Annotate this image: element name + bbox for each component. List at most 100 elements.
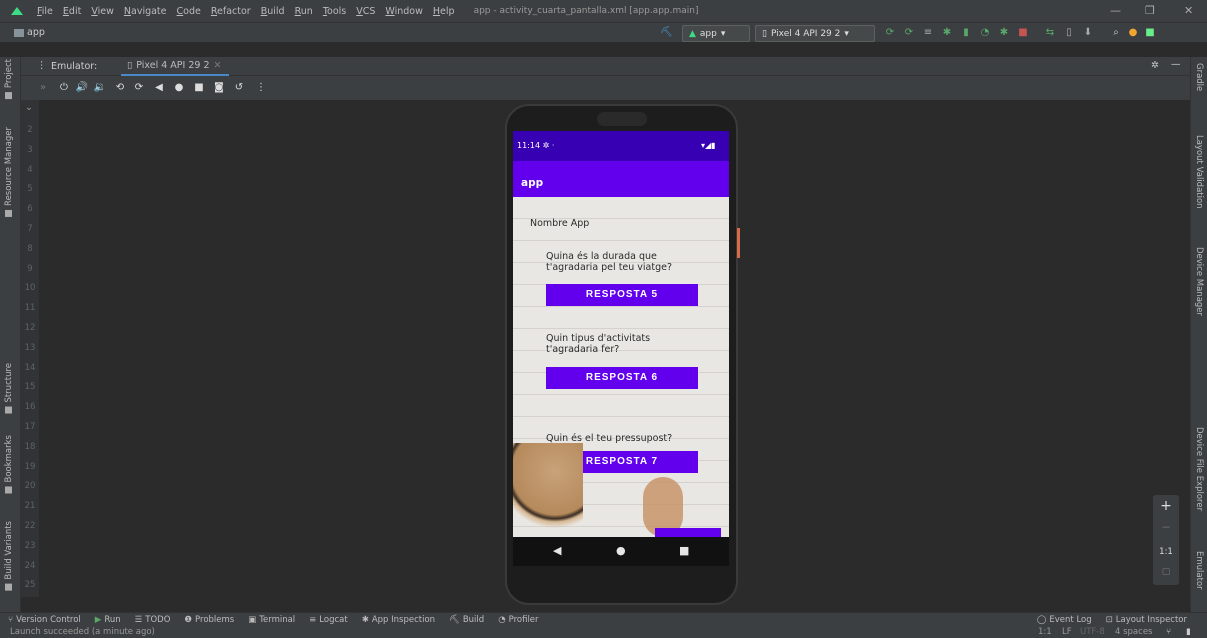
sync-gradle-icon[interactable]: ⇆ bbox=[1044, 27, 1056, 39]
tab-problems[interactable]: ❶ Problems bbox=[184, 615, 234, 625]
coverage-icon[interactable]: ▮ bbox=[960, 27, 972, 39]
menu-run[interactable]: Run bbox=[290, 6, 318, 17]
hammer-icon[interactable]: ⛏ bbox=[660, 27, 673, 39]
menu-tools[interactable]: Tools bbox=[318, 6, 351, 17]
camera-icon[interactable]: ◙ bbox=[212, 82, 226, 93]
more-options-icon[interactable]: ⋮ bbox=[37, 60, 47, 71]
zoom-actual-size-button[interactable]: 1:1 bbox=[1153, 547, 1179, 557]
line-separator[interactable]: LF bbox=[1062, 626, 1072, 638]
back-icon[interactable]: ◀ bbox=[553, 544, 561, 557]
tab-layout-validation[interactable]: Layout Validation bbox=[1194, 135, 1204, 209]
menu-vcs[interactable]: VCS bbox=[351, 6, 380, 17]
tab-build[interactable]: ⛏ Build bbox=[449, 615, 484, 625]
menu-navigate[interactable]: Navigate bbox=[119, 6, 172, 17]
run-config-select[interactable]: ▲ app ▾ bbox=[682, 25, 750, 42]
git-icon[interactable]: ⑂ bbox=[1166, 626, 1171, 638]
search-icon[interactable]: ⌕ bbox=[1110, 27, 1122, 39]
restore-icon[interactable]: ❐ bbox=[1145, 4, 1155, 17]
profile-icon[interactable]: ◔ bbox=[979, 27, 991, 39]
update-icon[interactable]: ● bbox=[1127, 27, 1139, 39]
tab-label: Run bbox=[104, 614, 121, 625]
device-screen[interactable]: 11:14 ✲ · ▾◢▮ app Nombre App Quina és la… bbox=[513, 131, 729, 566]
minimize-icon[interactable]: — bbox=[1110, 4, 1121, 17]
home-icon[interactable]: ● bbox=[616, 544, 626, 557]
zoom-fit-icon[interactable]: ▢ bbox=[1153, 567, 1179, 577]
tab-bookmarks[interactable]: Bookmarks bbox=[4, 435, 14, 494]
header-text: Nombre App bbox=[530, 218, 590, 229]
apply-changes-icon[interactable]: ⟳ bbox=[884, 27, 896, 39]
tab-event-log[interactable]: ◯ Event Log bbox=[1037, 615, 1092, 625]
tab-label: Pixel 4 API 29 2 bbox=[136, 60, 210, 71]
tab-resource-manager[interactable]: Resource Manager bbox=[4, 127, 14, 217]
file-encoding[interactable]: UTF-8 bbox=[1080, 626, 1105, 638]
account-icon[interactable]: ■ bbox=[1144, 27, 1156, 39]
project-breadcrumb[interactable]: app bbox=[14, 27, 45, 38]
volume-down-icon[interactable]: 🔉 bbox=[93, 82, 107, 93]
profiler-icon: ◔ bbox=[498, 614, 506, 625]
answer-5-button[interactable]: RESPOSTA 5 bbox=[546, 284, 698, 306]
chevron-down-icon[interactable]: ⌄ bbox=[25, 102, 33, 113]
tab-pixel-device[interactable]: ▯ Pixel 4 API 29 2 ✕ bbox=[121, 57, 230, 76]
menu-refactor[interactable]: Refactor bbox=[206, 6, 256, 17]
menu-code[interactable]: Code bbox=[172, 6, 206, 17]
close-icon[interactable]: ✕ bbox=[214, 60, 222, 74]
tab-label: TODO bbox=[145, 614, 171, 625]
menu-view[interactable]: View bbox=[86, 6, 119, 17]
menu-window[interactable]: Window bbox=[380, 6, 427, 17]
tab-terminal[interactable]: ▣ Terminal bbox=[248, 615, 295, 625]
tab-device-file-explorer[interactable]: Device File Explorer bbox=[1194, 427, 1204, 511]
overview-icon[interactable]: ■ bbox=[192, 82, 206, 93]
tab-todo[interactable]: ☰ TODO bbox=[135, 615, 171, 625]
problems-icon: ❶ bbox=[184, 614, 193, 625]
tab-logcat[interactable]: ≡ Logcat bbox=[309, 615, 348, 625]
overview-icon[interactable]: ■ bbox=[679, 544, 689, 557]
tab-emulator[interactable]: Emulator bbox=[1194, 551, 1204, 590]
home-icon[interactable]: ● bbox=[172, 82, 186, 93]
snapshot-icon[interactable]: ↺ bbox=[232, 82, 246, 93]
tab-app-inspection[interactable]: ✱ App Inspection bbox=[362, 615, 435, 625]
tab-structure[interactable]: Structure bbox=[4, 363, 14, 414]
indent-setting[interactable]: 4 spaces bbox=[1115, 626, 1152, 638]
memory-indicator-icon[interactable]: ▮ bbox=[1186, 626, 1191, 638]
gear-icon[interactable]: ✲ bbox=[1151, 60, 1159, 71]
cursor-position[interactable]: 1:1 bbox=[1038, 626, 1052, 638]
sdk-manager-icon[interactable]: ⬇ bbox=[1082, 27, 1094, 39]
tab-profiler[interactable]: ◔ Profiler bbox=[498, 615, 538, 625]
terminal-icon: ▣ bbox=[248, 614, 257, 625]
menu-edit[interactable]: Edit bbox=[58, 6, 86, 17]
device-select[interactable]: ▯ Pixel 4 API 29 2 ▾ bbox=[755, 25, 875, 42]
answer-6-button[interactable]: RESPOSTA 6 bbox=[546, 367, 698, 389]
debug-icon[interactable]: ✱ bbox=[941, 27, 953, 39]
close-icon[interactable]: ✕ bbox=[1184, 4, 1193, 17]
menu-help[interactable]: Help bbox=[428, 6, 460, 17]
zoom-out-button[interactable]: − bbox=[1153, 520, 1179, 534]
menu-file[interactable]: File bbox=[32, 6, 58, 17]
power-side-button[interactable] bbox=[737, 228, 740, 258]
line-number: 19 bbox=[24, 461, 36, 472]
tab-layout-inspector[interactable]: ⊡ Layout Inspector bbox=[1106, 615, 1187, 625]
tab-run[interactable]: ▶ Run bbox=[95, 615, 121, 625]
tab-gradle[interactable]: Gradle bbox=[1194, 63, 1204, 91]
volume-up-icon[interactable]: 🔊 bbox=[75, 82, 89, 93]
line-number: 6 bbox=[27, 204, 33, 215]
stop-icon[interactable]: ■ bbox=[1017, 27, 1029, 39]
zoom-in-button[interactable]: + bbox=[1153, 498, 1179, 514]
rotate-left-icon[interactable]: ⟲ bbox=[113, 82, 127, 93]
tab-project[interactable]: Project bbox=[4, 59, 14, 100]
tab-device-manager[interactable]: Device Manager bbox=[1194, 247, 1204, 316]
more-options-icon[interactable]: ⋮ bbox=[254, 82, 268, 93]
rotate-right-icon[interactable]: ⟳ bbox=[132, 82, 146, 93]
attach-debugger-icon[interactable]: ✱ bbox=[998, 27, 1010, 39]
expand-icon[interactable]: » bbox=[36, 82, 50, 93]
tab-version-control[interactable]: ⑂ Version Control bbox=[8, 615, 81, 625]
menu-build[interactable]: Build bbox=[256, 6, 290, 17]
avd-manager-icon[interactable]: ▯ bbox=[1063, 27, 1075, 39]
zoom-controls: + − 1:1 ▢ bbox=[1153, 495, 1179, 585]
power-icon[interactable]: ⏻ bbox=[57, 82, 71, 93]
apply-code-changes-icon[interactable]: ⟳ bbox=[903, 27, 915, 39]
back-icon[interactable]: ◀ bbox=[152, 82, 166, 93]
list-icon[interactable]: ≡ bbox=[922, 27, 934, 39]
hide-icon[interactable]: — bbox=[1171, 59, 1181, 70]
tab-build-variants[interactable]: Build Variants bbox=[4, 521, 14, 591]
tab-label: Bookmarks bbox=[4, 435, 14, 483]
